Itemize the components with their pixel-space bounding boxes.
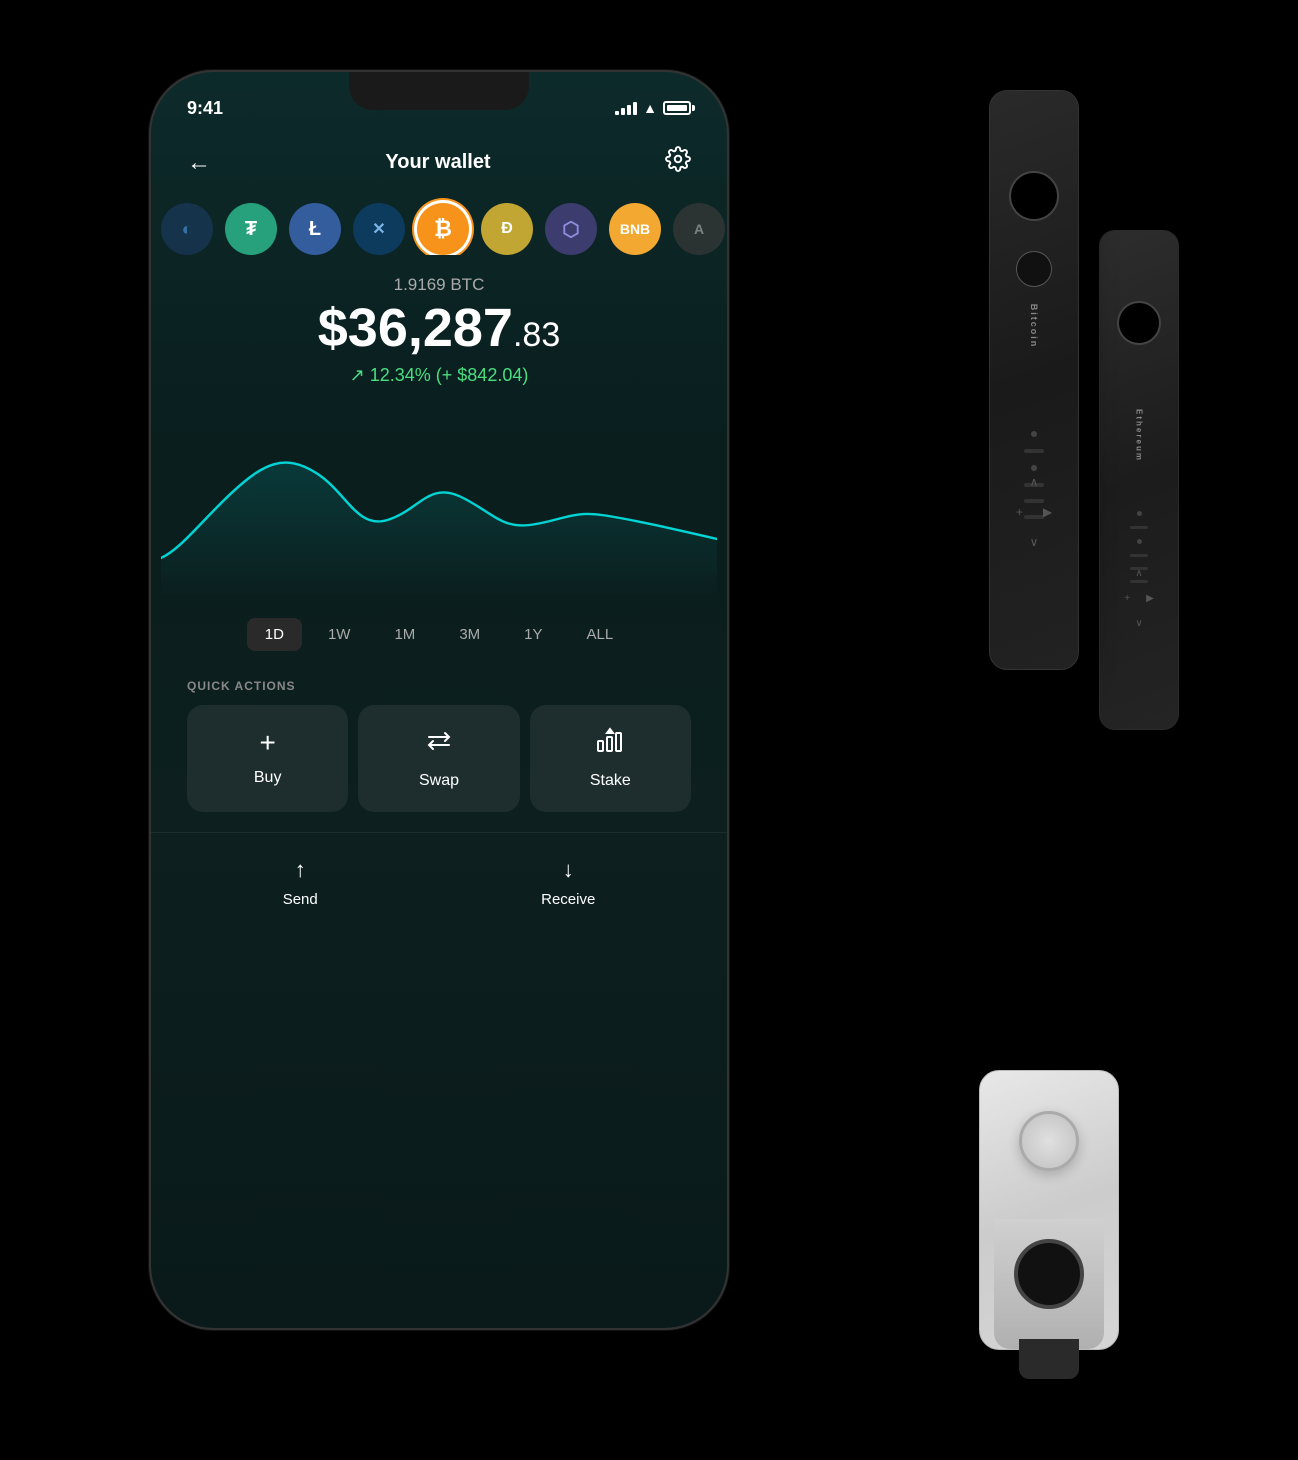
quick-actions-label: QUICK ACTIONS [151,663,727,705]
swap-button[interactable]: Swap [358,705,519,812]
coin-doge[interactable]: Ð [481,203,533,255]
time-filters: 1D 1W 1M 3M 1Y ALL [151,606,727,663]
send-icon: ↑ [295,857,306,883]
fiat-balance: $36,287.83 [171,301,707,355]
price-chart [151,386,727,606]
time-filter-all[interactable]: ALL [569,618,632,651]
signal-icon [615,101,637,115]
stake-icon [596,727,624,762]
stake-label: Stake [590,772,631,790]
coin-xrp[interactable]: ✕ [353,203,405,255]
app-header: ← Your wallet [151,128,727,179]
time-filter-1w[interactable]: 1W [310,618,369,651]
hw3-circle-button [1014,1239,1084,1309]
page-title: Your wallet [385,151,490,174]
time-filter-3m[interactable]: 3M [441,618,498,651]
coin-btc[interactable]: ₿ [417,203,469,255]
coin-algo[interactable]: A [673,203,725,255]
send-label: Send [283,891,318,908]
hardware-wallet-1: Bitcoin ∧ + ▶ ∨ [989,90,1079,670]
time-filter-1d[interactable]: 1D [247,618,302,651]
coin-partial[interactable]: ◐ [161,203,213,255]
hw1-text: Bitcoin [1029,304,1039,349]
hw3-usb [1019,1339,1079,1379]
phone-device: 9:41 ▲ ← Your wallet [149,70,729,1330]
receive-icon: ↓ [563,857,574,883]
send-nav-item[interactable]: ↑ Send [243,857,358,908]
fiat-cents: .83 [513,316,560,354]
swap-icon [425,727,453,762]
crypto-amount: 1.9169 BTC [171,275,707,295]
time-filter-1y[interactable]: 1Y [506,618,560,651]
bottom-nav: ↑ Send ↓ Receive [151,832,727,928]
buy-button[interactable]: + Buy [187,705,348,812]
time-filter-1m[interactable]: 1M [376,618,433,651]
receive-label: Receive [541,891,595,908]
hardware-wallet-3 [979,1070,1119,1350]
settings-button[interactable] [665,146,691,179]
hw3-top-button [1019,1111,1079,1171]
battery-icon [663,101,691,115]
buy-icon: + [259,727,275,759]
hw1-screen [1009,171,1059,221]
coin-ltc[interactable]: Ł [289,203,341,255]
hw2-screen [1117,301,1161,345]
stake-button[interactable]: Stake [530,705,691,812]
balance-change: ↗ 12.34% (+ $842.04) [171,365,707,386]
phone-notch [349,72,529,110]
hardware-wallet-2: Ethereum ∧ + ▶ ∨ [1099,230,1179,730]
hw2-text: Ethereum [1135,409,1144,462]
coin-usdt[interactable]: ₮ [225,203,277,255]
status-icons: ▲ [615,100,691,116]
swap-label: Swap [419,772,459,790]
coin-bnb[interactable]: BNB [609,203,661,255]
back-button[interactable]: ← [187,149,211,177]
status-time: 9:41 [187,98,223,119]
hw1-button [1016,251,1052,287]
scene: 9:41 ▲ ← Your wallet [99,30,1199,1430]
buy-label: Buy [254,769,282,787]
fiat-main: $36,287 [318,298,513,358]
balance-section: 1.9169 BTC $36,287.83 ↗ 12.34% (+ $842.0… [151,255,727,386]
coin-eth[interactable]: ⬡ [545,203,597,255]
receive-nav-item[interactable]: ↓ Receive [501,857,635,908]
phone-screen: 9:41 ▲ ← Your wallet [151,72,727,1328]
quick-actions-grid: + Buy Swap [151,705,727,812]
crypto-coins-row[interactable]: ◐ ₮ Ł ✕ ₿ Ð ⬡ [151,179,727,255]
wifi-icon: ▲ [643,100,657,116]
